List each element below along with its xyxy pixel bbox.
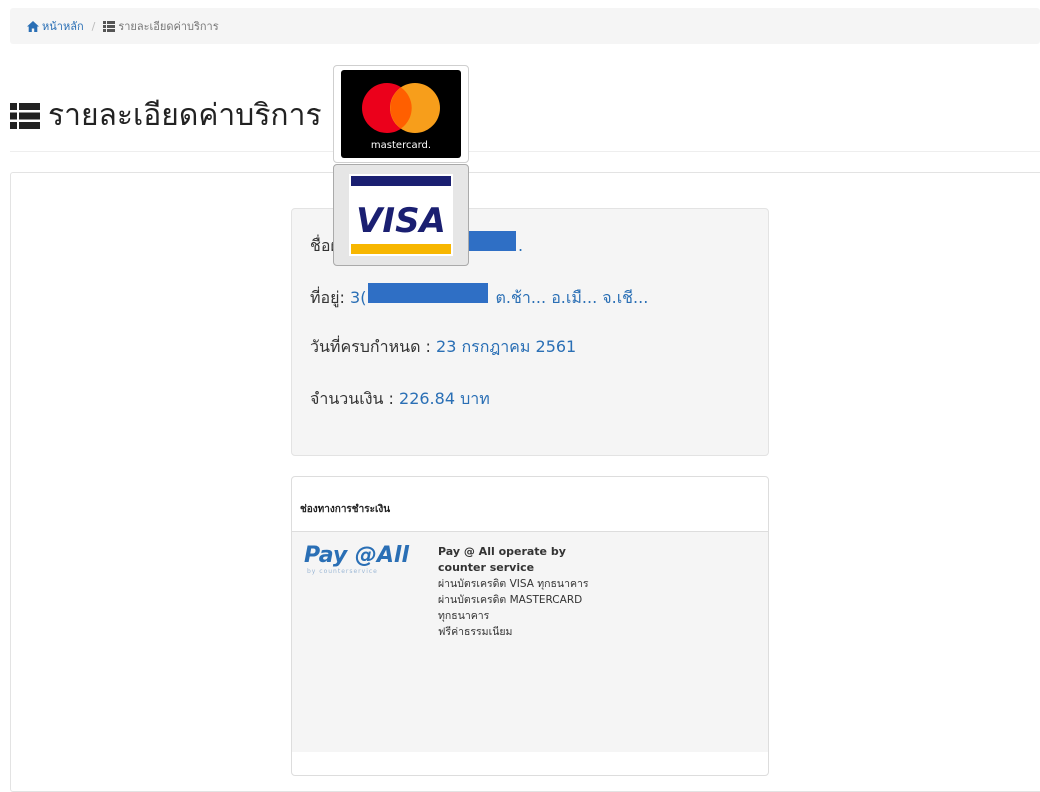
page-header: รายละเอียดค่าบริการ	[10, 82, 1040, 152]
page-title: รายละเอียดค่าบริการ	[10, 92, 322, 139]
redaction-block	[368, 283, 489, 303]
bill-amount-row: จำนวนเงิน : 226.84 บาท	[310, 387, 768, 439]
payment-description: Pay @ All operate by counter service ผ่า…	[438, 544, 618, 640]
breadcrumb-current: รายละเอียดค่าบริการ	[103, 17, 219, 35]
bill-amount-label: จำนวนเงิน :	[310, 389, 394, 408]
payment-desc-line: counter service	[438, 561, 535, 574]
breadcrumb: หน้าหลัก / รายละเอียดค่าบริการ	[10, 8, 1040, 44]
breadcrumb-home-link[interactable]: หน้าหลัก	[27, 17, 84, 35]
page-title-text: รายละเอียดค่าบริการ	[48, 98, 322, 133]
home-icon	[27, 20, 39, 32]
payment-desc-line: ทุกธนาคาร	[438, 610, 490, 622]
list-icon	[10, 102, 40, 129]
payment-desc-line: Pay @ All operate by	[438, 545, 566, 558]
payment-desc-line: ฟรีค่าธรรมเนียม	[438, 626, 513, 638]
payment-body: Pay @All by counterservice Pay @ All ope…	[292, 532, 768, 752]
visa-label: VISA	[356, 201, 446, 241]
payment-desc-line: ผ่านบัตรเครดิต MASTERCARD	[438, 594, 583, 606]
mastercard-button[interactable]: mastercard.	[333, 65, 469, 163]
list-icon	[103, 20, 116, 32]
breadcrumb-current-label: รายละเอียดค่าบริการ	[118, 20, 219, 33]
mastercard-icon: mastercard.	[341, 70, 461, 158]
bill-address-row: ที่อยู่: 3( ต.ช้า... อ.เมื... จ.เชี...	[310, 283, 768, 335]
breadcrumb-separator: /	[91, 19, 96, 33]
payall-logo[interactable]: Pay @All by counterservice	[304, 543, 414, 576]
payment-heading: ช่องทางการชำระเงิน	[292, 477, 768, 532]
bill-due-label: วันที่ครบกำหนด :	[310, 337, 431, 356]
payall-logo-text: Pay @All	[304, 543, 409, 568]
visa-icon: VISA	[349, 174, 453, 256]
breadcrumb-home-label: หน้าหลัก	[42, 20, 84, 33]
payment-desc-line: ผ่านบัตรเครดิต VISA ทุกธนาคาร	[438, 578, 589, 590]
bill-address-label: ที่อยู่:	[310, 288, 345, 307]
bill-due-row: วันที่ครบกำหนด : 23 กรกฎาคม 2561	[310, 335, 768, 387]
bill-address-prefix: 3(	[344, 288, 367, 307]
payment-panel: ช่องทางการชำระเงิน Pay @All by counterse…	[291, 476, 769, 776]
visa-button[interactable]: VISA	[333, 164, 469, 266]
payall-logo-subtext: by counterservice	[307, 568, 378, 575]
bill-amount-value: 226.84 บาท	[393, 389, 490, 408]
bill-due-value: 23 กรกฎาคม 2561	[430, 337, 577, 356]
bill-address-suffix: ต.ช้า... อ.เมื... จ.เชี...	[490, 288, 649, 307]
mastercard-label: mastercard.	[371, 140, 431, 151]
bill-name-suffix: .	[518, 236, 524, 255]
